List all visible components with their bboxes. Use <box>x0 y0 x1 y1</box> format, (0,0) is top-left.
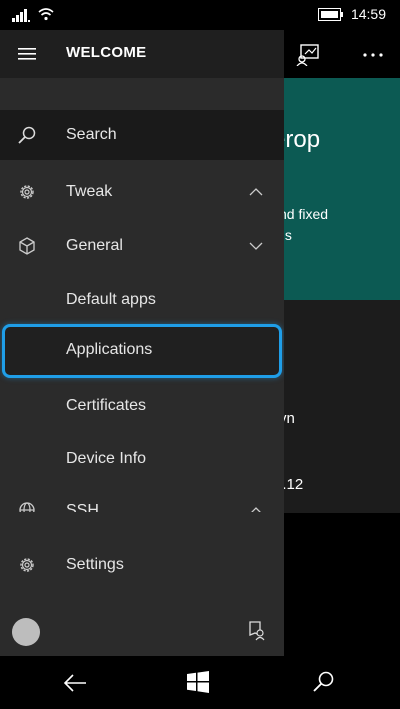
drawer-header: WELCOME <box>0 30 284 78</box>
chevron-up-icon <box>249 188 263 196</box>
system-nav-bar <box>0 656 400 709</box>
more-icon[interactable] <box>362 52 384 58</box>
nav-item-tweak[interactable]: Tweak <box>0 166 284 216</box>
menu-icon <box>18 48 36 60</box>
nav-item-label: Default apps <box>66 291 156 308</box>
search-icon[interactable] <box>312 670 336 694</box>
back-icon[interactable] <box>62 672 88 694</box>
app-text-line: ols <box>284 227 292 243</box>
nav-item-default-apps[interactable]: Default apps <box>0 274 284 324</box>
nav-item-label: Tweak <box>66 183 113 200</box>
app-hero-panel <box>284 78 400 300</box>
nav-item-label: Settings <box>66 556 124 573</box>
gear-icon <box>20 185 34 199</box>
nav-item-label: SSH <box>66 502 99 512</box>
feedback-icon[interactable] <box>248 621 266 641</box>
nav-item-device-info[interactable]: Device Info <box>0 433 284 483</box>
hamburger-button[interactable] <box>10 38 44 70</box>
present-icon[interactable] <box>296 44 320 66</box>
signal-icon <box>12 9 30 22</box>
app-text-line: vn <box>284 410 295 427</box>
cube-icon <box>19 237 35 255</box>
nav-item-settings[interactable]: Settings <box>0 539 284 589</box>
battery-icon <box>318 8 343 21</box>
nav-item-ssh[interactable]: SSH <box>0 488 284 512</box>
chevron-up-icon <box>251 507 261 512</box>
app-command-bar <box>284 30 400 78</box>
nav-item-general[interactable]: General <box>0 220 284 270</box>
app-title-fragment: erop <box>284 126 321 153</box>
nav-item-label: Applications <box>66 341 153 358</box>
app-text-line: 4.12 <box>284 476 304 493</box>
clock: 14:59 <box>350 6 386 22</box>
page-title: WELCOME <box>66 44 147 61</box>
nav-item-label: Search <box>66 126 117 143</box>
nav-item-search[interactable]: Search <box>0 110 284 160</box>
navigation-drawer: WELCOME Search Tweak General Default app… <box>0 30 284 656</box>
status-bar: 14:59 <box>0 0 400 30</box>
wifi-icon <box>38 8 54 21</box>
nav-item-label: Certificates <box>66 397 147 414</box>
windows-start-icon[interactable] <box>187 671 209 693</box>
nav-item-label: Device Info <box>66 450 147 467</box>
nav-item-applications[interactable]: Applications <box>2 324 282 378</box>
app-text-line: nd fixed <box>284 206 329 222</box>
avatar[interactable] <box>12 618 40 646</box>
gear-icon <box>20 558 34 572</box>
chevron-down-icon <box>249 242 263 250</box>
background-app: erop nd fixed ols vn 4.12 <box>284 30 400 513</box>
globe-icon <box>19 502 35 512</box>
nav-item-certificates[interactable]: Certificates <box>0 380 284 430</box>
nav-item-label: General <box>66 237 123 254</box>
search-icon <box>18 126 36 144</box>
